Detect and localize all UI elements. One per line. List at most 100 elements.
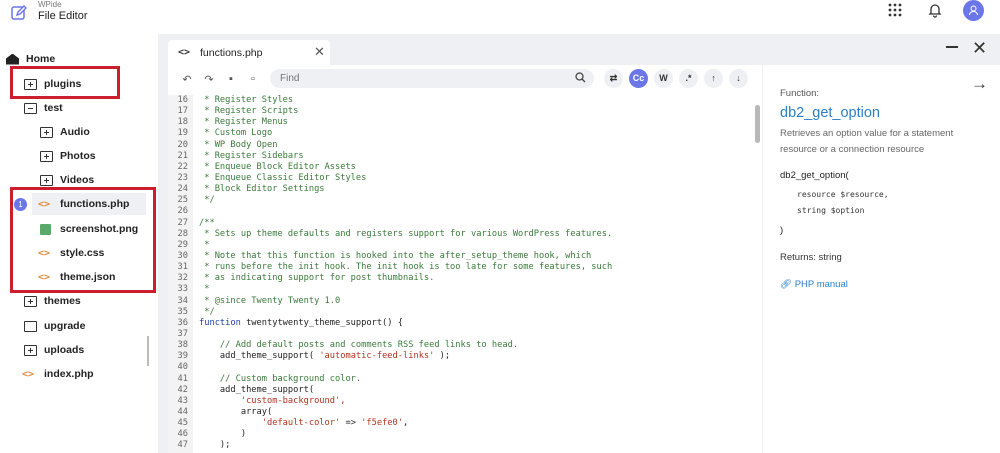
code-line: 38 // Add default posts and comments RSS… <box>168 340 748 351</box>
save-icon[interactable]: ▪ <box>224 73 238 85</box>
document-icon[interactable]: ▫ <box>246 73 260 85</box>
line-text: * Register Styles <box>199 95 294 105</box>
line-number: 45 <box>177 418 188 429</box>
tree-item-index-php[interactable]: <> index.php <box>22 363 94 385</box>
code-line: 23 * Enqueue Classic Editor Styles <box>168 173 748 184</box>
next-match-icon[interactable]: ↓ <box>729 69 748 88</box>
regex-button[interactable]: .* <box>679 69 698 88</box>
replace-icon[interactable]: ⇄ <box>604 69 623 88</box>
line-number: 41 <box>177 373 188 384</box>
code-line: 41 // Custom background color. <box>168 374 748 385</box>
tree-item-test[interactable]: test <box>24 97 63 119</box>
previous-match-icon[interactable]: ↑ <box>704 69 723 88</box>
line-number: 32 <box>177 273 188 284</box>
folder-plus-icon <box>24 344 37 356</box>
line-number: 31 <box>177 262 188 273</box>
line-number: 19 <box>177 128 188 139</box>
tree-label: themes <box>44 295 81 307</box>
line-text: * Custom Logo <box>199 128 273 139</box>
code-line: 39 add_theme_support( 'automatic-feed-li… <box>168 351 748 362</box>
line-text: * as indicating support for post thumbna… <box>199 273 435 284</box>
line-number: 29 <box>177 239 188 250</box>
line-number: 35 <box>177 306 188 317</box>
line-text <box>190 362 199 373</box>
code-line: 27 /** <box>168 218 748 229</box>
tree-item-audio[interactable]: Audio <box>40 121 90 143</box>
undo-icon[interactable]: ↶ <box>180 73 194 86</box>
line-number: 18 <box>177 117 188 128</box>
tree-item-upgrade[interactable]: upgrade <box>24 315 85 337</box>
tab-label: functions.php <box>200 46 263 59</box>
code-line: 32 * as indicating support for post thum… <box>168 273 748 284</box>
whole-word-button[interactable]: W <box>654 69 673 88</box>
editor-scrollbar[interactable] <box>755 105 760 143</box>
match-case-button[interactable]: Cc <box>629 69 648 88</box>
line-number: 47 <box>177 440 188 451</box>
tree-label: upgrade <box>44 320 86 332</box>
code-file-icon: <> <box>22 368 35 380</box>
line-number: 42 <box>177 384 188 395</box>
line-number: 20 <box>177 139 188 150</box>
code-line: 35 */ <box>168 307 748 318</box>
arrow-right-icon[interactable]: → <box>971 74 988 94</box>
line-number: 26 <box>177 206 188 217</box>
code-line: 18 * Register Menus <box>168 117 748 128</box>
function-description: Retrieves an option value for a statemen… <box>780 128 954 155</box>
return-type: Returns: string <box>780 252 842 263</box>
line-number: 46 <box>177 429 188 440</box>
folder-plus-icon <box>40 126 53 138</box>
line-number: 27 <box>177 217 188 228</box>
find-input[interactable] <box>270 69 594 88</box>
line-number: 39 <box>177 351 188 362</box>
tab-functions-php[interactable]: <> functions.php <box>168 40 330 65</box>
redo-icon[interactable]: ↷ <box>202 73 216 86</box>
highlight-box-plugins <box>10 66 120 99</box>
php-manual-link[interactable]: 🔗︎ PHP manual <box>780 279 848 290</box>
code-line: 29 * <box>168 240 748 251</box>
tree-item-themes[interactable]: themes <box>24 290 81 312</box>
folder-icon <box>24 320 37 332</box>
line-number: 30 <box>177 250 188 261</box>
code-content[interactable]: 16 * Register Styles 17 * Register Script… <box>168 95 748 452</box>
signature-open: db2_get_option( <box>780 170 849 181</box>
app-subtitle: WPide <box>38 0 62 9</box>
line-text: * Note that this function is hooked into… <box>199 250 592 261</box>
code-line: 30 * Note that this function is hooked i… <box>168 251 748 262</box>
line-number: 22 <box>177 161 188 172</box>
line-number: 40 <box>177 362 188 373</box>
line-number: 34 <box>177 295 188 306</box>
close-icon[interactable]: ✕ <box>972 38 987 59</box>
line-text: ); <box>199 440 231 451</box>
line-number: 43 <box>177 395 188 406</box>
tree-item-uploads[interactable]: uploads <box>24 339 84 361</box>
top-bar: WPide File Editor <box>0 0 1000 34</box>
code-line: 16 * Register Styles <box>168 95 748 106</box>
code-line: 22 * Enqueue Block Editor Assets <box>168 162 748 173</box>
tree-label: uploads <box>44 344 85 356</box>
tab-close-icon[interactable]: ✕ <box>314 44 325 60</box>
line-number: 24 <box>177 184 188 195</box>
line-text: 'custom-background', <box>199 395 346 406</box>
minimize-icon[interactable] <box>946 46 958 48</box>
line-text: * Block Editor Settings <box>199 184 325 195</box>
grid-icon[interactable] <box>888 3 902 17</box>
line-number: 23 <box>177 172 188 183</box>
info-label: Function: <box>780 88 820 99</box>
tree-label: index.php <box>44 368 94 380</box>
code-line: 24 * Block Editor Settings <box>168 184 748 195</box>
line-text: ) <box>199 429 247 440</box>
line-text: * <box>199 239 210 250</box>
line-text: /** <box>199 217 215 228</box>
bell-icon[interactable] <box>927 2 943 18</box>
link-icon: 🔗︎ <box>780 279 793 290</box>
line-number: 36 <box>177 317 188 328</box>
avatar-icon[interactable] <box>963 0 984 21</box>
line-text: add_theme_support( <box>199 384 315 395</box>
code-line: 44 array( <box>168 407 748 418</box>
function-name: db2_get_option <box>780 105 880 121</box>
sidebar-scrollbar[interactable] <box>147 336 149 366</box>
line-text <box>190 329 199 340</box>
search-icon[interactable] <box>575 72 586 83</box>
tree-item-photos[interactable]: Photos <box>40 145 96 167</box>
line-number: 33 <box>177 284 188 295</box>
